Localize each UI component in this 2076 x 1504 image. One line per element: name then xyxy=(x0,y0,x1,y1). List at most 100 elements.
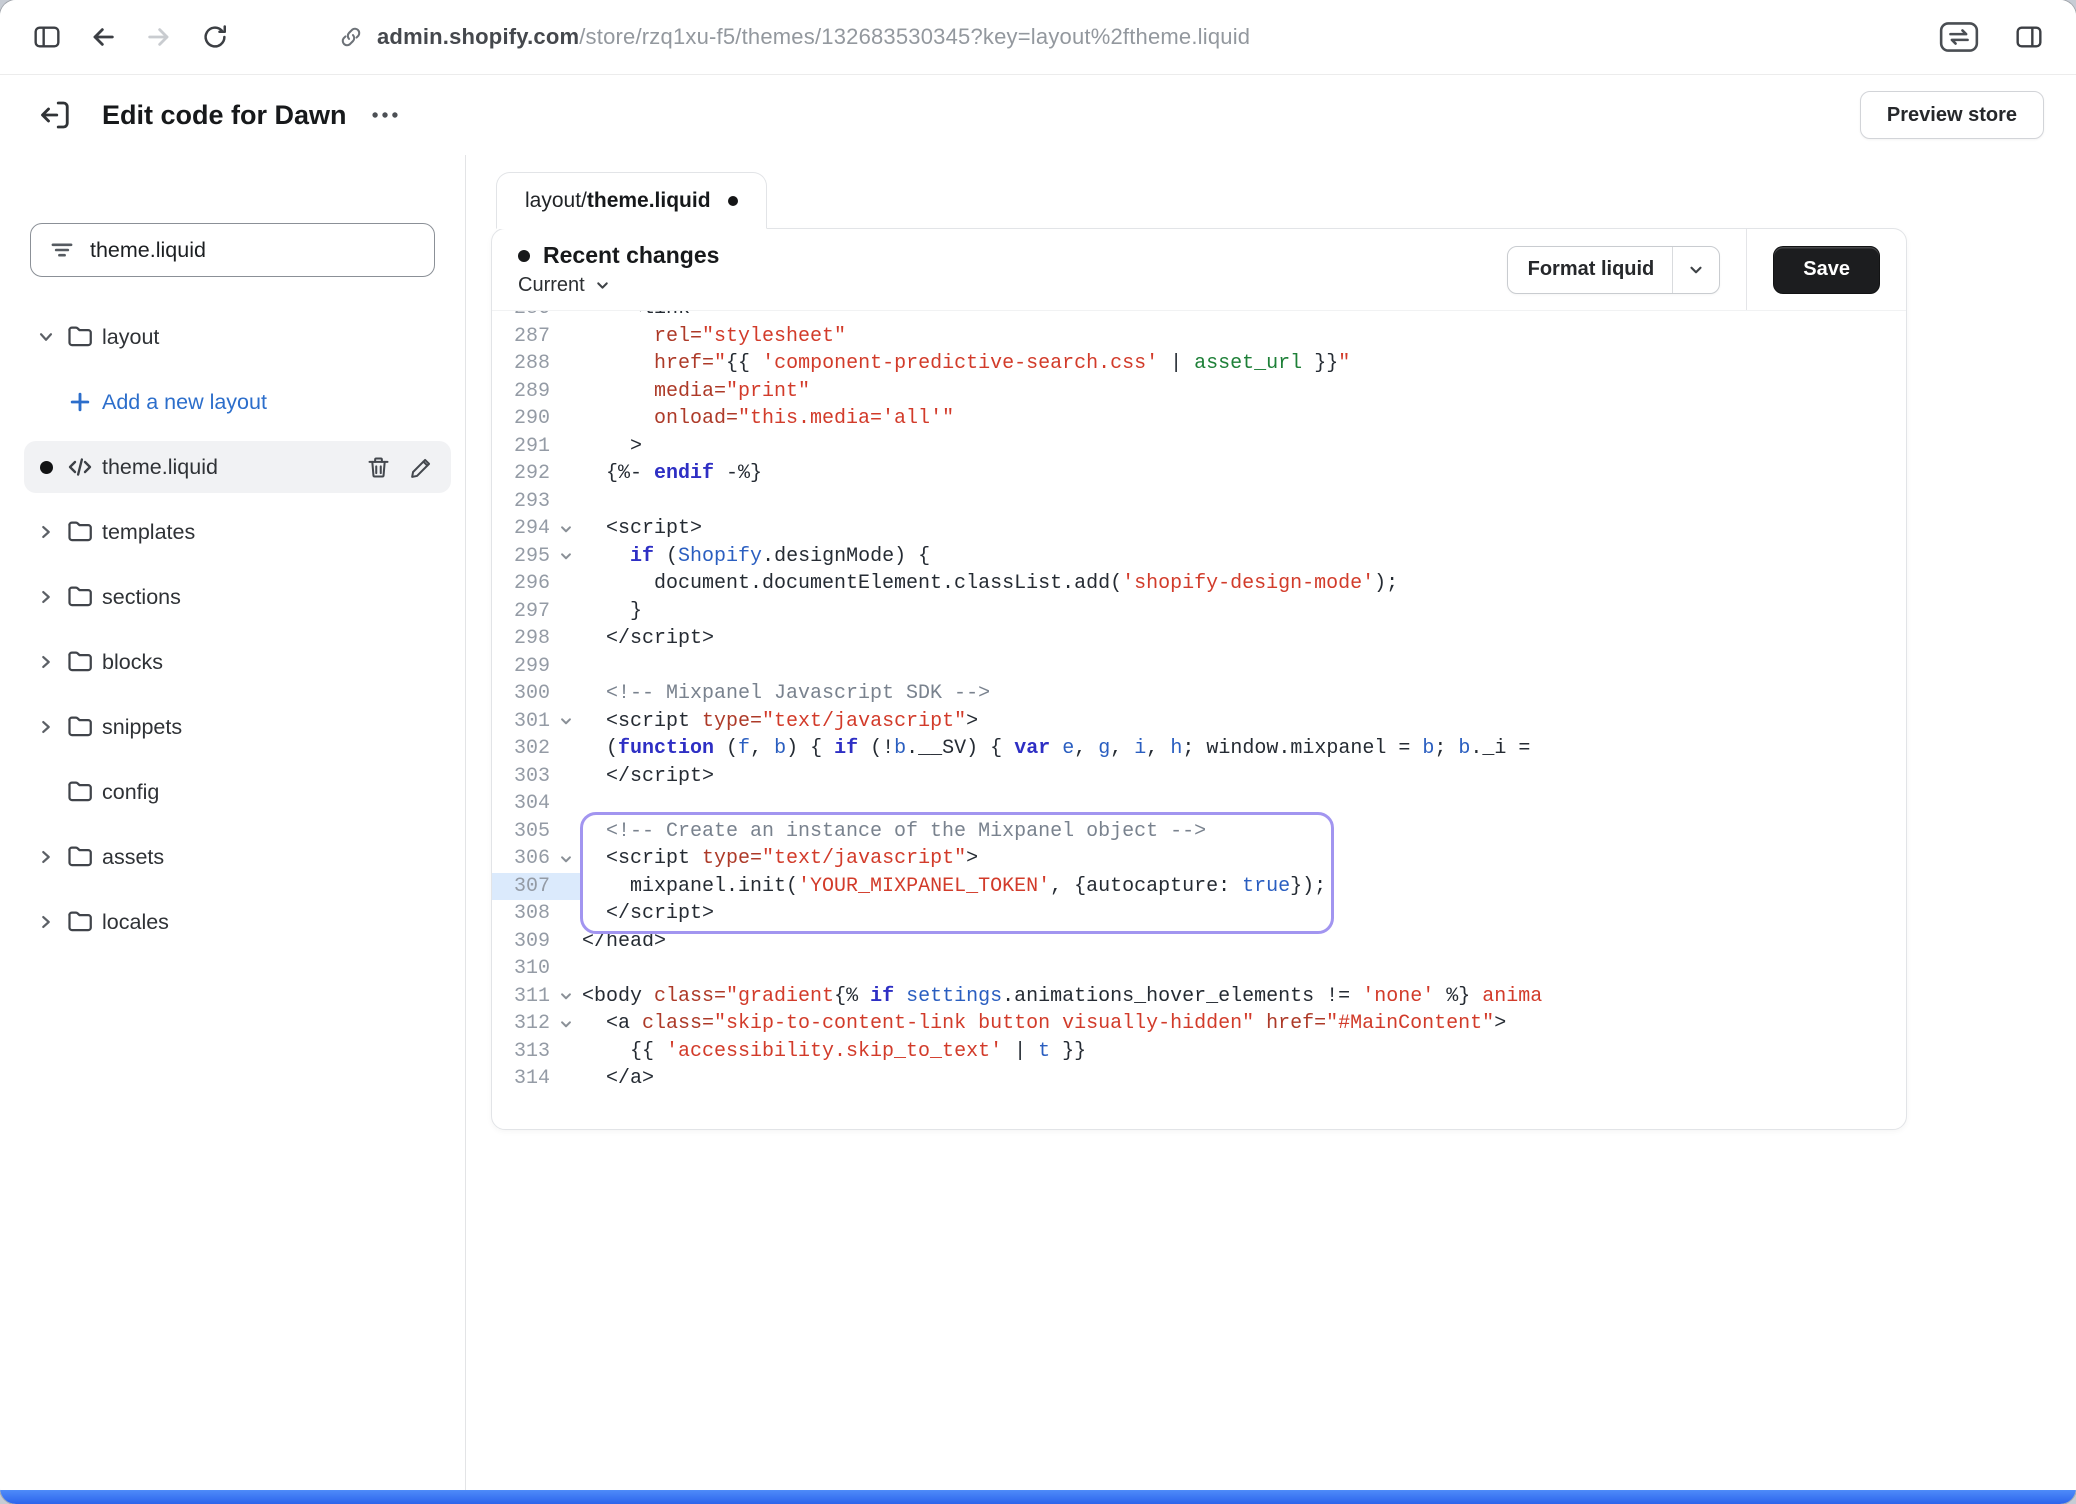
address-bar[interactable]: admin.shopify.com/store/rzq1xu-f5/themes… xyxy=(338,24,1250,50)
chevron-right-icon[interactable] xyxy=(32,651,60,673)
code-line-305[interactable]: 305 <!-- Create an instance of the Mixpa… xyxy=(492,818,1906,846)
code-editor[interactable]: 286 <link287 rel="stylesheet"288 href="{… xyxy=(492,311,1906,1130)
chevron-right-icon[interactable] xyxy=(32,911,60,933)
trash-icon[interactable] xyxy=(365,454,392,481)
sidebar-item-sections[interactable]: sections xyxy=(24,571,451,623)
code-line-307[interactable]: 307 mixpanel.init('YOUR_MIXPANEL_TOKEN',… xyxy=(492,873,1906,901)
line-gutter: 304 xyxy=(492,790,582,818)
chevron-down-icon[interactable] xyxy=(1673,247,1719,293)
sidebar-item-locales[interactable]: locales xyxy=(24,896,451,948)
code-line-304[interactable]: 304 xyxy=(492,790,1906,818)
preview-store-button[interactable]: Preview store xyxy=(1860,91,2044,139)
code-line-309[interactable]: 309</head> xyxy=(492,928,1906,956)
file-sidebar: layout Add a new layout theme.liquid templa… xyxy=(0,155,466,1490)
code-line-289[interactable]: 289 media="print" xyxy=(492,378,1906,406)
code-line-310[interactable]: 310 xyxy=(492,955,1906,983)
code-line-287[interactable]: 287 rel="stylesheet" xyxy=(492,323,1906,351)
code-line-292[interactable]: 292 {%- endif -%} xyxy=(492,460,1906,488)
code-line-297[interactable]: 297 } xyxy=(492,598,1906,626)
changes-indicator-dot xyxy=(518,250,530,262)
code-line-296[interactable]: 296 document.documentElement.classList.a… xyxy=(492,570,1906,598)
fold-toggle-icon[interactable] xyxy=(550,712,582,730)
code-line-302[interactable]: 302 (function (f, b) { if (!b.__SV) { va… xyxy=(492,735,1906,763)
save-button[interactable]: Save xyxy=(1773,246,1880,294)
code-line-301[interactable]: 301 <script type="text/javascript"> xyxy=(492,708,1906,736)
code-line-313[interactable]: 313 {{ 'accessibility.skip_to_text' | t … xyxy=(492,1038,1906,1066)
code-text: </a> xyxy=(582,1065,654,1093)
window-sidebar-toggle-icon[interactable] xyxy=(24,14,70,60)
fold-toggle-icon[interactable] xyxy=(550,1015,582,1033)
sidebar-item-theme-liquid[interactable]: theme.liquid xyxy=(24,441,451,493)
line-number: 307 xyxy=(492,875,550,898)
folder-icon xyxy=(60,777,100,807)
editor-tab-theme-liquid[interactable]: layout/theme.liquid xyxy=(496,172,767,229)
code-line-286[interactable]: 286 <link xyxy=(492,311,1906,323)
pencil-icon[interactable] xyxy=(408,454,435,481)
file-search-box[interactable] xyxy=(30,223,435,277)
code-line-293[interactable]: 293 xyxy=(492,488,1906,516)
fold-toggle-icon[interactable] xyxy=(550,520,582,538)
forward-icon[interactable] xyxy=(136,14,182,60)
line-number: 312 xyxy=(492,1012,550,1035)
reload-icon[interactable] xyxy=(192,14,238,60)
back-icon[interactable] xyxy=(80,14,126,60)
plus-icon xyxy=(60,389,100,415)
version-selector[interactable]: Current xyxy=(518,274,719,297)
code-text: onload="this.media='all'" xyxy=(582,405,954,433)
chevron-right-icon[interactable] xyxy=(32,716,60,738)
chevron-right-icon[interactable] xyxy=(32,586,60,608)
file-search-input[interactable] xyxy=(90,238,416,263)
code-line-312[interactable]: 312 <a class="skip-to-content-link butto… xyxy=(492,1010,1906,1038)
sidebar-item-assets[interactable]: assets xyxy=(24,831,451,883)
code-line-291[interactable]: 291 > xyxy=(492,433,1906,461)
tree-item-label: snippets xyxy=(102,715,182,740)
code-line-300[interactable]: 300 <!-- Mixpanel Javascript SDK --> xyxy=(492,680,1906,708)
code-text: <a class="skip-to-content-link button vi… xyxy=(582,1010,1506,1038)
chevron-down-icon[interactable] xyxy=(32,326,60,348)
format-liquid-button[interactable]: Format liquid xyxy=(1507,246,1721,294)
code-line-299[interactable]: 299 xyxy=(492,653,1906,681)
line-number: 300 xyxy=(492,682,550,705)
add-new-layout-button[interactable]: Add a new layout xyxy=(24,376,451,428)
code-line-294[interactable]: 294 <script> xyxy=(492,515,1906,543)
sidebar-item-snippets[interactable]: snippets xyxy=(24,701,451,753)
code-line-295[interactable]: 295 if (Shopify.designMode) { xyxy=(492,543,1906,571)
code-line-298[interactable]: 298 </script> xyxy=(492,625,1906,653)
sidebar-item-layout[interactable]: layout xyxy=(24,311,451,363)
code-line-314[interactable]: 314 </a> xyxy=(492,1065,1906,1093)
editor-panel: layout/theme.liquid Recent changes Curre… xyxy=(466,155,2076,1490)
window-bottom-accent xyxy=(0,1490,2076,1504)
line-gutter: 295 xyxy=(492,543,582,571)
sidebar-item-config[interactable]: config xyxy=(24,766,451,818)
fold-toggle-icon[interactable] xyxy=(550,987,582,1005)
line-number: 309 xyxy=(492,930,550,953)
line-number: 303 xyxy=(492,765,550,788)
folder-icon xyxy=(60,842,100,872)
line-gutter: 296 xyxy=(492,570,582,598)
code-line-290[interactable]: 290 onload="this.media='all'" xyxy=(492,405,1906,433)
panel-switcher-icon[interactable] xyxy=(1936,14,1982,60)
code-text: <script type="text/javascript"> xyxy=(582,845,978,873)
tree-item-label: theme.liquid xyxy=(102,455,218,480)
line-number: 288 xyxy=(492,352,550,375)
right-sidebar-toggle-icon[interactable] xyxy=(2006,14,2052,60)
code-line-311[interactable]: 311<body class="gradient{% if settings.a… xyxy=(492,983,1906,1011)
code-lines: 286 <link287 rel="stylesheet"288 href="{… xyxy=(492,311,1906,1093)
fold-toggle-icon[interactable] xyxy=(550,547,582,565)
code-line-288[interactable]: 288 href="{{ 'component-predictive-searc… xyxy=(492,350,1906,378)
exit-icon[interactable] xyxy=(32,91,80,139)
code-text: <!-- Mixpanel Javascript SDK --> xyxy=(582,680,990,708)
more-menu-icon[interactable] xyxy=(361,91,409,139)
line-number: 314 xyxy=(492,1067,550,1090)
fold-toggle-icon[interactable] xyxy=(550,850,582,868)
sidebar-item-blocks[interactable]: blocks xyxy=(24,636,451,688)
chevron-right-icon[interactable] xyxy=(32,521,60,543)
sidebar-item-templates[interactable]: templates xyxy=(24,506,451,558)
line-gutter: 308 xyxy=(492,900,582,928)
code-line-308[interactable]: 308 </script> xyxy=(492,900,1906,928)
browser-toolbar: admin.shopify.com/store/rzq1xu-f5/themes… xyxy=(0,0,2076,75)
code-line-306[interactable]: 306 <script type="text/javascript"> xyxy=(492,845,1906,873)
chevron-right-icon[interactable] xyxy=(32,846,60,868)
code-line-303[interactable]: 303 </script> xyxy=(492,763,1906,791)
folder-icon xyxy=(60,517,100,547)
